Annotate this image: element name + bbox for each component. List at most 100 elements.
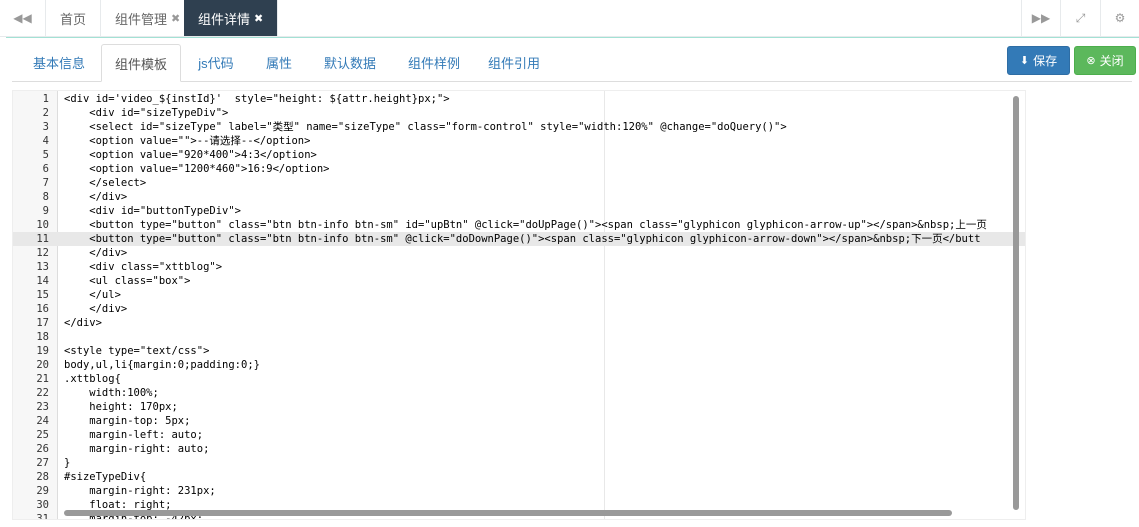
code-text: <div id='video_${instId}' style="height:… xyxy=(64,93,450,105)
tab-home[interactable]: 首页 xyxy=(46,0,102,36)
code-line[interactable]: 4 <option value="">--请选择--</option> xyxy=(13,134,1025,148)
tab-js-code[interactable]: js代码 xyxy=(186,44,246,81)
line-number: 29 xyxy=(36,485,49,497)
code-line[interactable]: 24 margin-top: 5px; xyxy=(13,414,1025,428)
line-number: 24 xyxy=(36,415,49,427)
detail-tabs: 基本信息 组件模板 js代码 属性 默认数据 组件样例 组件引用 xyxy=(12,44,1132,82)
tab-component-references[interactable]: 组件引用 xyxy=(476,44,552,81)
line-number: 13 xyxy=(36,261,49,273)
double-chevron-right-icon: ▶▶ xyxy=(1031,11,1051,25)
line-number: 30 xyxy=(36,499,49,511)
code-line[interactable]: 14 <ul class="box"> xyxy=(13,274,1025,288)
horizontal-scrollbar[interactable] xyxy=(64,510,952,516)
save-button[interactable]: ⬇ 保存 xyxy=(1007,46,1070,75)
code-text: .xttblog{ xyxy=(64,373,121,385)
code-line[interactable]: 15 </ul> xyxy=(13,288,1025,302)
code-text: </div> xyxy=(64,317,102,329)
code-line[interactable]: 26 margin-right: auto; xyxy=(13,442,1025,456)
line-number: 22 xyxy=(36,387,49,399)
code-text: <style type="text/css"> xyxy=(64,345,210,357)
code-line[interactable]: 6 <option value="1200*460">16:9</option> xyxy=(13,162,1025,176)
code-text: <option value="">--请选择--</option> xyxy=(64,135,311,147)
code-text: <div id="buttonTypeDiv"> xyxy=(64,205,242,217)
code-text: </div> xyxy=(64,303,128,315)
line-number: 19 xyxy=(36,345,49,357)
code-line[interactable]: 18 xyxy=(13,330,1025,344)
line-number: 12 xyxy=(36,247,49,259)
tab-component-management[interactable]: 组件管理 ✖ xyxy=(101,0,196,36)
code-line[interactable]: 29 margin-right: 231px; xyxy=(13,484,1025,498)
code-line[interactable]: 20 body,ul,li{margin:0;padding:0;} xyxy=(13,358,1025,372)
line-number: 23 xyxy=(36,401,49,413)
line-number: 26 xyxy=(36,443,49,455)
code-text: #sizeTypeDiv{ xyxy=(64,471,147,483)
line-number: 1 xyxy=(42,93,49,105)
code-text: margin-top: 5px; xyxy=(64,415,191,427)
code-line[interactable]: 1 <div id='video_${instId}' style="height… xyxy=(13,92,1025,106)
line-number: 28 xyxy=(36,471,49,483)
close-label: 关闭 xyxy=(1099,54,1124,68)
line-number: 4 xyxy=(42,135,49,147)
code-line[interactable]: 13 <div class="xttblog"> xyxy=(13,260,1025,274)
code-line[interactable]: 28 #sizeTypeDiv{ xyxy=(13,470,1025,484)
tab-component-template[interactable]: 组件模板 xyxy=(101,44,181,82)
tab-default-data[interactable]: 默认数据 xyxy=(312,44,388,81)
line-number: 6 xyxy=(42,163,49,175)
code-line[interactable]: 16 </div> xyxy=(13,302,1025,316)
code-text: </select> xyxy=(64,177,147,189)
code-line[interactable]: 7 </select> xyxy=(13,176,1025,190)
line-number: 16 xyxy=(36,303,49,315)
code-line[interactable]: 3 <select id="sizeType" label="类型" name=… xyxy=(13,120,1025,134)
scroll-tabs-right-button[interactable]: ▶▶ xyxy=(1021,0,1061,36)
close-icon[interactable]: ✖ xyxy=(254,12,263,25)
code-text: <ul class="box"> xyxy=(64,275,191,287)
code-line[interactable]: 21 .xttblog{ xyxy=(13,372,1025,386)
code-text: <option value="1200*460">16:9</option> xyxy=(64,163,330,175)
tab-basic-info[interactable]: 基本信息 xyxy=(22,44,96,81)
line-number: 27 xyxy=(36,457,49,469)
code-text: </div> xyxy=(64,247,128,259)
line-number: 14 xyxy=(36,275,49,287)
code-line[interactable]: 9 <div id="buttonTypeDiv"> xyxy=(13,204,1025,218)
close-icon[interactable]: ✖ xyxy=(171,12,180,25)
code-line[interactable]: 12 </div> xyxy=(13,246,1025,260)
line-number: 3 xyxy=(42,121,49,133)
code-text: body,ul,li{margin:0;padding:0;} xyxy=(64,359,260,371)
code-line[interactable]: 27} xyxy=(13,456,1025,470)
top-tab-bar: ◀◀ 首页 组件管理 ✖ 组件详情 ✖ ▶▶ ⤢ ⚙ xyxy=(0,0,1139,37)
fullscreen-button[interactable]: ⤢ xyxy=(1061,0,1101,36)
code-line[interactable]: 19 <style type="text/css"> xyxy=(13,344,1025,358)
code-line[interactable]: 5 <option value="920*400">4:3</option> xyxy=(13,148,1025,162)
line-number: 2 xyxy=(42,107,49,119)
tab-label: 首页 xyxy=(60,11,87,27)
code-text: <button type="button" class="btn btn-inf… xyxy=(64,233,981,245)
vertical-scrollbar[interactable] xyxy=(1013,96,1019,510)
code-text: margin-right: 231px; xyxy=(64,485,216,497)
code-line[interactable]: 25 margin-left: auto; xyxy=(13,428,1025,442)
tab-label: 组件详情 xyxy=(198,11,251,27)
save-label: 保存 xyxy=(1033,54,1058,68)
tab-component-detail[interactable]: 组件详情 ✖ xyxy=(184,0,279,36)
settings-button[interactable]: ⚙ xyxy=(1101,0,1139,36)
code-line[interactable]: 22 width:100%; xyxy=(13,386,1025,400)
line-number: 8 xyxy=(42,191,49,203)
line-number: 10 xyxy=(36,219,49,231)
code-text: <option value="920*400">4:3</option> xyxy=(64,149,317,161)
code-editor[interactable]: 1 <div id='video_${instId}' style="height… xyxy=(12,90,1026,520)
double-chevron-left-icon: ◀◀ xyxy=(13,11,32,25)
code-line[interactable]: 17 </div> xyxy=(13,316,1025,330)
code-line[interactable]: 2 <div id="sizeTypeDiv"> xyxy=(13,106,1025,120)
tab-label: 组件管理 xyxy=(115,11,168,27)
code-line[interactable]: 11 <button type="button" class="btn btn-… xyxy=(13,232,1025,246)
code-text: </ul> xyxy=(64,289,121,301)
code-text: margin-left: auto; xyxy=(64,429,204,441)
code-text: width:100%; xyxy=(64,387,159,399)
tab-component-samples[interactable]: 组件样例 xyxy=(394,44,474,81)
code-line[interactable]: 23 height: 170px; xyxy=(13,400,1025,414)
scroll-tabs-left-button[interactable]: ◀◀ xyxy=(0,0,46,36)
tab-properties[interactable]: 属性 xyxy=(250,44,308,81)
close-button[interactable]: ⊗ 关闭 xyxy=(1074,46,1136,75)
line-number: 7 xyxy=(42,177,49,189)
code-line[interactable]: 8 </div> xyxy=(13,190,1025,204)
code-line[interactable]: 10 <button type="button" class="btn btn-… xyxy=(13,218,1025,232)
